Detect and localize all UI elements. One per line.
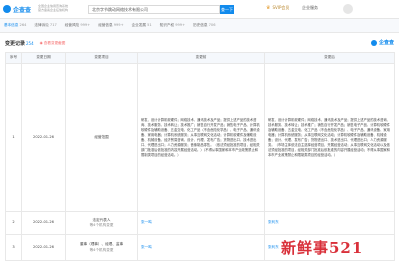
row-index: 3 [5,234,22,261]
row-date: 2022-01-26 [21,63,66,212]
change-record-table: 序号 变更日期 变更项目 变更前 变更后 1 2022-01-26 经营范围 研… [5,52,395,261]
tab-legal[interactable]: 法律诉讼 717 [34,23,56,28]
svip-link[interactable]: ♛ SVIP会员 [266,5,289,11]
section-count: 254 [26,40,34,46]
brand-mark: 企查查 [370,39,394,46]
tab-ip[interactable]: 知识产权 999+ [160,23,185,28]
section-header: 变更记录 254 ◉ 查看变更截图 企查查 [0,36,399,50]
col-header-after: 变更后 [264,52,395,64]
table-row: 2 2022-01-26 法定代表人 等4个机构变更 张一鸣 张利东 [5,211,395,235]
avatar[interactable] [343,4,353,14]
row-date: 2022-01-26 [21,211,66,235]
col-header-date: 变更日期 [21,52,66,64]
section-title: 变更记录 [5,40,26,47]
row-item-note: 等4个机构变更 [89,247,114,252]
tab-risk[interactable]: 经营风险 999+ [65,23,90,28]
logo-text: 企查查 [13,6,32,14]
row-index: 1 [5,63,22,212]
col-header-before: 变更前 [137,52,265,64]
row-before: 张一鸣 [137,234,265,261]
tab-operation[interactable]: 经营信息 999+ [98,23,123,28]
row-date: 2022-01-26 [21,234,66,261]
enterprise-service-link[interactable]: 企业服务 [302,5,318,11]
search-input[interactable]: 北京字节跳动网络技术有限公司 [88,5,220,14]
camera-icon: ◉ [39,41,43,45]
person-link[interactable]: 张一鸣 [141,245,152,249]
row-after: 张利东 [264,211,395,235]
col-header-item: 变更项目 [65,52,138,64]
site-logo[interactable]: 企查查 [3,3,35,15]
row-item: 法定代表人 等4个机构变更 [65,211,138,235]
person-link[interactable]: 张利东 [268,245,279,249]
tab-history[interactable]: 历史信息 706 [193,23,215,28]
row-before: 张一鸣 [137,211,265,235]
tab-basic-info[interactable]: 基本信息 264 [4,23,26,28]
table-row: 1 2022-01-26 经营范围 研发、设计计算机软硬件；网络技术、通讯技术及… [5,63,395,212]
logo-mark-icon [3,5,11,13]
row-item: 董事（理事）、经理、监事 等4个机构变更 [65,234,138,261]
tab-bar: 基本信息 264 法律诉讼 717 经营风险 999+ 经营信息 999+ 企业… [0,19,399,33]
svip-label: SVIP会员 [272,5,290,10]
search-button[interactable]: 查一下 [220,5,234,14]
col-header-index: 序号 [5,52,22,64]
logo-subtitle: 全国企业信用查询系统 官方备案企业征信机构 [38,4,69,12]
row-after: 研发、设计计算机软硬件；网络技术、通讯技术及产品；提供上述产品的技术咨询、技术服… [264,63,395,212]
row-item-note: 等4个机构变更 [89,223,114,227]
top-header: 企查查 全国企业信用查询系统 官方备案企业征信机构 北京字节跳动网络技术有限公司… [0,0,399,19]
person-link[interactable]: 张一鸣 [141,220,152,224]
crown-icon: ♛ [266,5,271,11]
watermark-text: 新鲜事521 [281,239,364,257]
person-link[interactable]: 张利东 [268,220,279,224]
row-item: 经营范围 [65,63,138,212]
tab-development[interactable]: 企业发展 51 [132,23,152,28]
row-before: 研发、设计计算机软硬件；网络技术、通讯技术及产品；提供上述产品的技术咨询、技术服… [137,63,265,212]
brand-logo-icon [370,39,377,46]
row-index: 2 [5,211,22,235]
table-header-row: 序号 变更日期 变更项目 变更前 变更后 [5,52,395,64]
view-screenshot-link[interactable]: ◉ 查看变更截图 [40,41,66,46]
